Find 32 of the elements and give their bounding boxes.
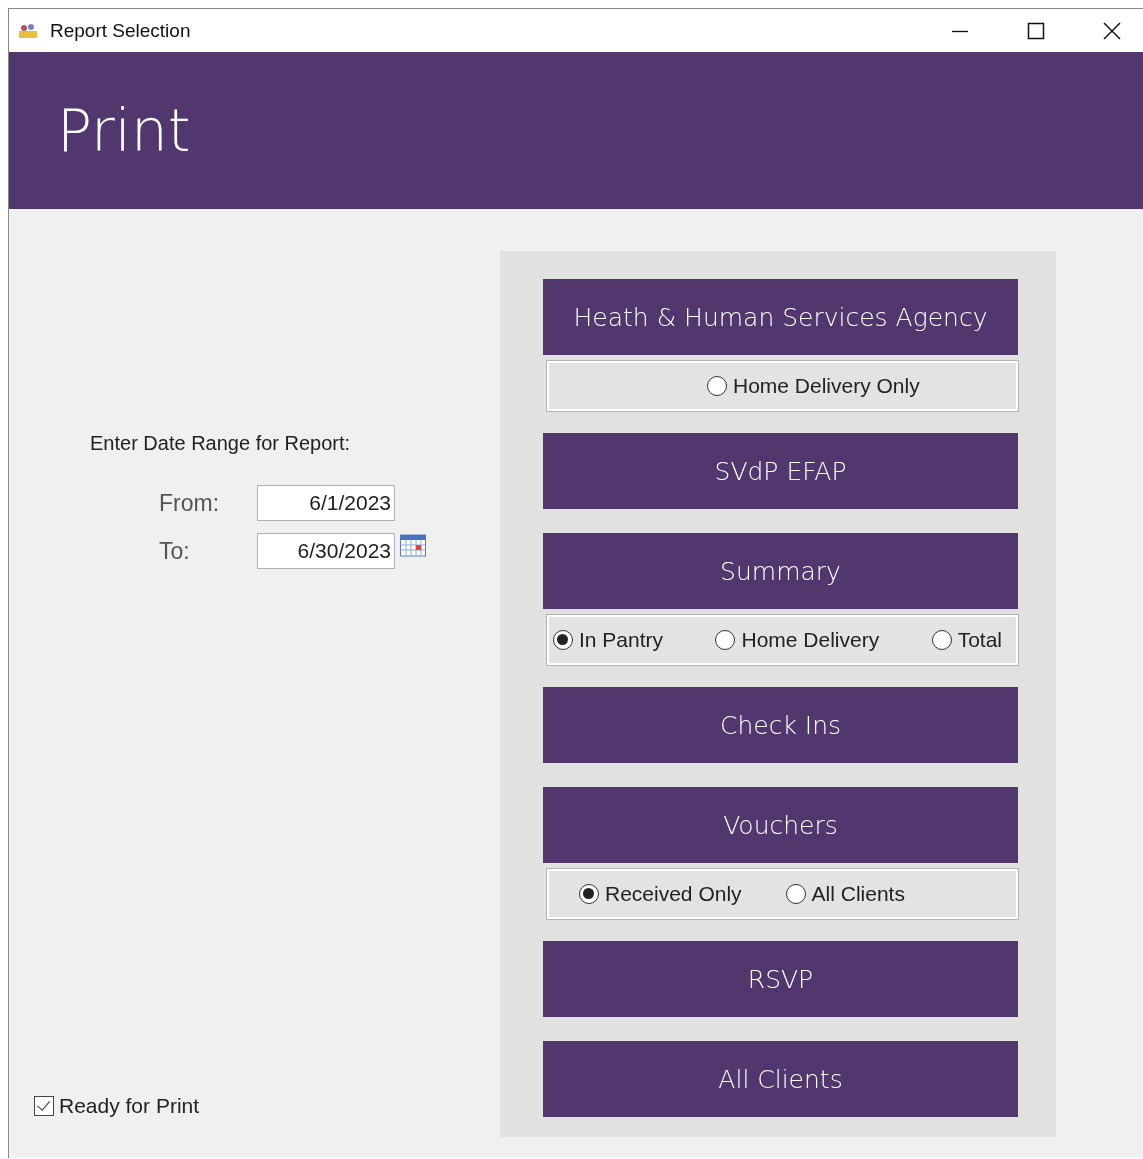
report-button[interactable]: All Clients xyxy=(543,1041,1018,1117)
radio-label: All Clients xyxy=(811,882,905,906)
report-button[interactable]: Heath & Human Services Agency xyxy=(543,279,1018,355)
report-button[interactable]: RSVP xyxy=(543,941,1018,1017)
radio-label: Home Delivery Only xyxy=(733,374,920,398)
window-title: Report Selection xyxy=(50,19,191,42)
report-button[interactable]: SVdP EFAP xyxy=(543,433,1018,509)
app-icon xyxy=(18,22,38,39)
date-range-label: Enter Date Range for Report: xyxy=(90,432,351,455)
radio-button[interactable] xyxy=(785,884,806,904)
radio-button[interactable] xyxy=(931,630,952,650)
report-button[interactable]: Summary xyxy=(543,533,1018,609)
close-icon[interactable] xyxy=(1103,21,1121,40)
radio-button[interactable] xyxy=(579,884,599,904)
maximize-icon[interactable] xyxy=(1027,21,1045,40)
date-field[interactable]: 6/1/2023 xyxy=(257,485,395,521)
checkbox[interactable] xyxy=(34,1096,54,1116)
report-button[interactable]: Vouchers xyxy=(543,787,1018,863)
radio-label: In Pantry xyxy=(579,628,664,652)
radio-label: Home Delivery xyxy=(741,628,880,652)
report-button[interactable]: Check Ins xyxy=(543,687,1018,763)
radio-button[interactable] xyxy=(715,630,736,650)
date-field[interactable]: 6/30/2023 xyxy=(257,533,395,569)
radio-label: Total xyxy=(957,628,1002,652)
checkbox-label: Ready for Print xyxy=(59,1094,200,1118)
field-label: From: xyxy=(159,489,221,517)
radio-button[interactable] xyxy=(553,630,573,650)
field-label: To: xyxy=(159,537,191,565)
radio-button[interactable] xyxy=(707,376,727,396)
page-title: Print xyxy=(57,96,191,165)
radio-label: Received Only xyxy=(605,882,742,906)
calendar-icon[interactable] xyxy=(400,533,426,557)
